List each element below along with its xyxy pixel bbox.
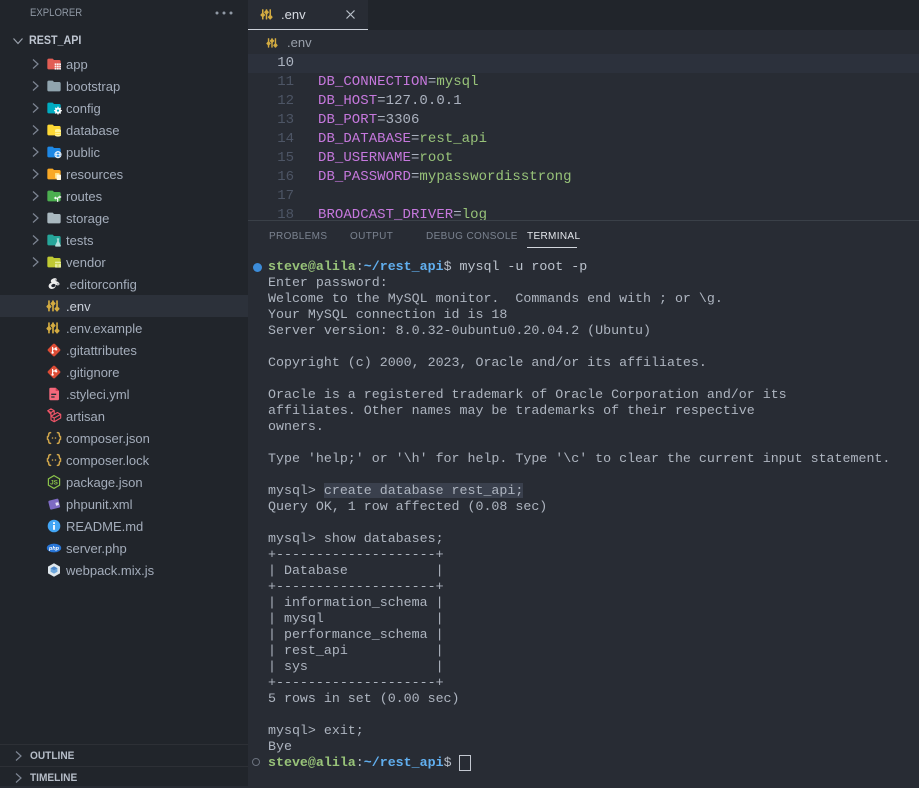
svg-text:JS: JS xyxy=(50,480,59,487)
svg-text:php: php xyxy=(48,546,60,552)
